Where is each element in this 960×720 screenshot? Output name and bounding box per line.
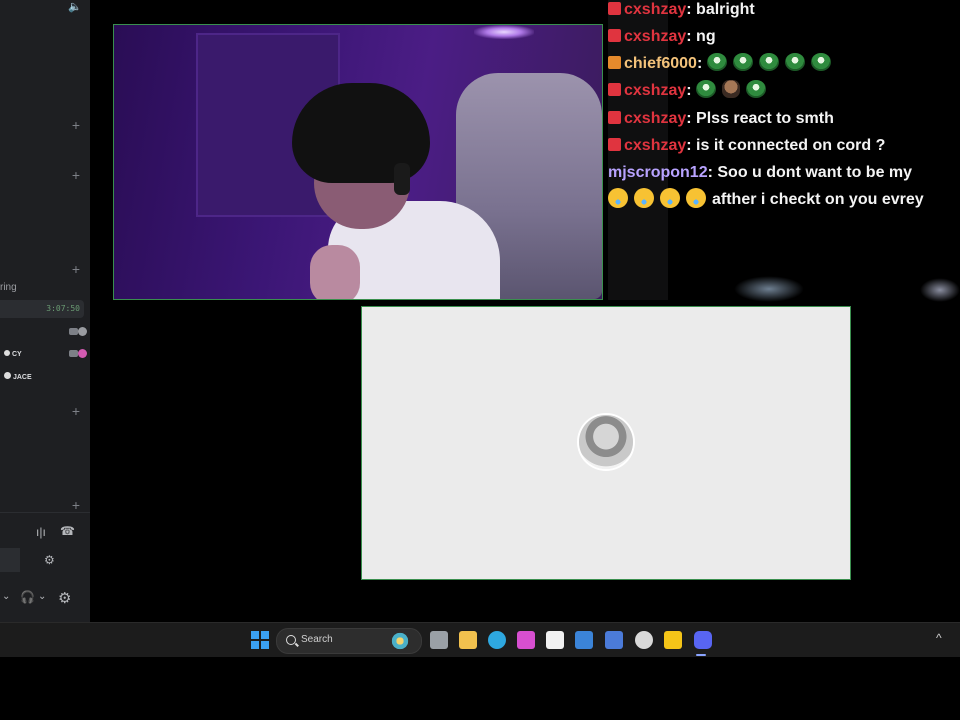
chat-username[interactable]: cxshzay: [624, 1, 686, 18]
badge-icon: [608, 138, 621, 151]
laughing-emoji-icon: [686, 188, 706, 208]
plus-icon[interactable]: +: [72, 118, 80, 132]
gear-icon[interactable]: ⚙: [58, 589, 71, 607]
status-icon: [78, 349, 87, 358]
chat-message: cxshzay: is it connected on cord ?: [608, 134, 885, 158]
participant-video-tile[interactable]: [361, 306, 851, 580]
avatar[interactable]: [579, 415, 633, 469]
chat-username[interactable]: mjscropon12: [608, 164, 708, 181]
badge-icon: [608, 29, 621, 42]
user-controls: ⌄ 🎧 ⌄ ⚙: [0, 586, 90, 612]
headset: [394, 163, 410, 195]
mail-icon[interactable]: [575, 631, 593, 649]
disconnect-icon[interactable]: ☎: [60, 524, 75, 538]
chat-text: Plss react to smth: [696, 110, 834, 127]
discord-icon[interactable]: [694, 631, 712, 649]
voice-user-name: CY: [11, 351, 22, 358]
chat-username[interactable]: cxshzay: [624, 110, 686, 127]
chat-username[interactable]: cxshzay: [624, 28, 686, 45]
chrome-icon[interactable]: [635, 631, 653, 649]
badge-icon: [608, 111, 621, 124]
activities-icon[interactable]: ⚙: [44, 553, 55, 567]
camera-icon: [69, 328, 78, 335]
badge-icon: [608, 83, 621, 96]
windows-start-icon[interactable]: [251, 631, 269, 649]
taskbar-search[interactable]: Search: [276, 628, 422, 654]
speaker-icon[interactable]: 🔈: [68, 0, 82, 13]
emote-icon: [746, 80, 767, 98]
search-icon: [286, 635, 296, 645]
voice-user-name: JACE: [12, 374, 32, 381]
voice-channel-sidebar: 🔈 + + + ring 3:07:50 CY JACE + + ı|ı ☎ ⚙…: [0, 0, 90, 622]
chat-message: cxshzay:: [608, 79, 772, 103]
edge-icon[interactable]: [488, 631, 506, 649]
voice-panel-button[interactable]: [0, 548, 20, 572]
call-timer: 3:07:50: [46, 304, 80, 313]
laughing-emoji-icon: [634, 188, 654, 208]
mic-chevron-icon[interactable]: ⌄: [2, 591, 10, 602]
emote-icon: [784, 53, 805, 71]
emote-icon: [758, 53, 779, 71]
badge-icon: [608, 56, 621, 69]
copilot-icon[interactable]: [517, 631, 535, 649]
led-light: [474, 25, 534, 39]
chat-username[interactable]: cxshzay: [624, 82, 686, 99]
camera-icon: [69, 350, 78, 357]
emote-icon: [722, 80, 741, 98]
emote-icon: [706, 53, 727, 71]
chat-username[interactable]: cxshzay: [624, 137, 686, 154]
emote-icon: [696, 80, 717, 98]
laughing-emoji-icon: [660, 188, 680, 208]
headphones-icon[interactable]: 🎧: [20, 590, 35, 604]
plus-icon[interactable]: +: [72, 404, 80, 418]
emote-icon: [810, 53, 831, 71]
chat-text: balright: [696, 1, 755, 18]
badge-icon: [608, 2, 621, 15]
chevron-down-icon[interactable]: ⌄: [38, 591, 46, 602]
roblox-studio-icon[interactable]: [605, 631, 623, 649]
active-app-indicator: [696, 654, 706, 656]
voice-user[interactable]: JACE: [4, 372, 32, 381]
chat-message: cxshzay: Plss react to smth: [608, 107, 834, 131]
file-explorer-icon[interactable]: [459, 631, 477, 649]
status-icon: [78, 327, 87, 336]
chat-text: is it connected on cord ?: [696, 137, 886, 154]
person-arm: [310, 245, 360, 299]
chat-text: ng: [696, 28, 716, 45]
store-icon[interactable]: [546, 631, 564, 649]
task-view-icon[interactable]: [430, 631, 448, 649]
laughing-emoji-icon: [608, 188, 628, 208]
background-blur: [734, 276, 804, 302]
soundboard-icon[interactable]: ı|ı: [36, 525, 46, 539]
search-highlight-icon: [385, 631, 415, 651]
search-placeholder: Search: [301, 634, 333, 645]
stream-chat: cxshzay: balright cxshzay: ng chief6000:…: [608, 0, 960, 215]
chat-text: Soo u dont want to be my: [717, 164, 913, 181]
plus-icon[interactable]: +: [72, 262, 80, 276]
emote-icon: [732, 53, 753, 71]
sticky-app-icon[interactable]: [664, 631, 682, 649]
plus-icon[interactable]: +: [72, 498, 80, 512]
webcam-video-tile[interactable]: [113, 24, 603, 300]
channel-label: ring: [0, 282, 17, 293]
chat-message: chief6000:: [608, 52, 837, 76]
chat-username[interactable]: chief6000: [624, 55, 697, 72]
avatar: [4, 372, 11, 379]
chat-message: mjscropon12: Soo u dont want to be my: [608, 164, 913, 181]
divider: [0, 512, 90, 513]
chat-message: afther i checkt on you evrey: [608, 188, 924, 212]
chat-message: cxshzay: ng: [608, 25, 716, 49]
voice-user[interactable]: CY: [4, 350, 22, 358]
windows-taskbar: Search ^: [0, 622, 960, 657]
chat-text: afther i checkt on you evrey: [712, 191, 924, 208]
chat-message: cxshzay: balright: [608, 0, 755, 22]
chevron-up-icon[interactable]: ^: [936, 631, 942, 645]
background-blur: [920, 278, 960, 302]
avatar: [4, 350, 10, 356]
voice-channel-row[interactable]: 3:07:50: [0, 300, 84, 318]
plus-icon[interactable]: +: [72, 168, 80, 182]
